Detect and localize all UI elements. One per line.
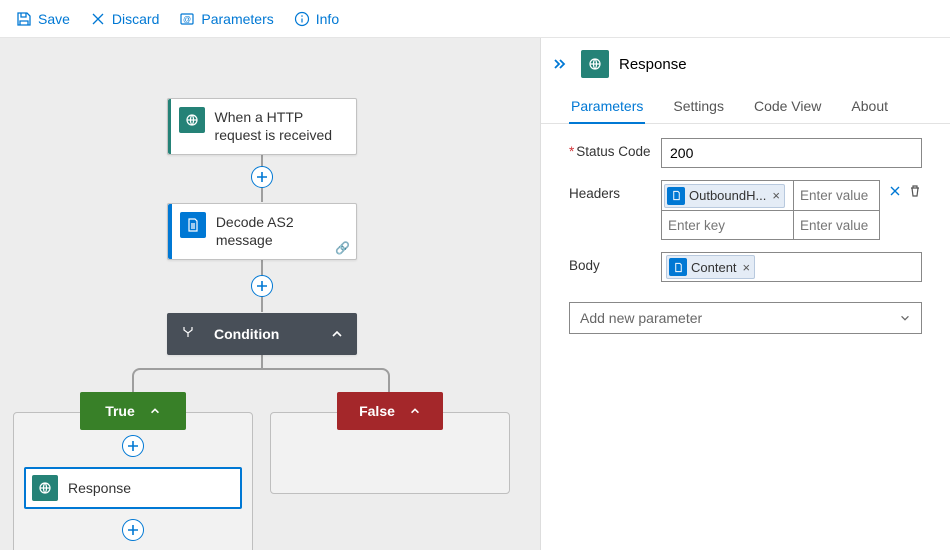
tab-about[interactable]: About bbox=[849, 88, 890, 123]
chevron-up-icon bbox=[149, 405, 161, 417]
info-button[interactable]: Info bbox=[286, 7, 347, 31]
body-label: Body bbox=[569, 252, 653, 273]
remove-token-icon[interactable]: × bbox=[743, 260, 751, 275]
add-step-button[interactable] bbox=[251, 166, 273, 188]
condition-node[interactable]: Condition bbox=[167, 313, 357, 355]
header-key-cell[interactable]: Enter key bbox=[661, 210, 793, 240]
header-value-cell[interactable]: Enter value bbox=[793, 210, 880, 240]
status-code-input[interactable] bbox=[661, 138, 922, 168]
remove-token-icon[interactable]: × bbox=[772, 188, 780, 203]
token-label: Content bbox=[691, 260, 737, 275]
save-icon bbox=[16, 11, 32, 27]
add-step-button[interactable] bbox=[122, 519, 144, 541]
parameters-icon: @ bbox=[179, 11, 195, 27]
discard-button[interactable]: Discard bbox=[82, 7, 167, 31]
true-branch: True Response bbox=[13, 412, 253, 550]
token-icon bbox=[669, 258, 687, 276]
delete-icon[interactable] bbox=[908, 184, 922, 198]
add-step-button[interactable] bbox=[122, 435, 144, 457]
add-parameter-label: Add new parameter bbox=[580, 310, 702, 326]
body-token[interactable]: Content × bbox=[666, 255, 755, 279]
body-input[interactable]: Content × bbox=[661, 252, 922, 282]
response-node[interactable]: Response bbox=[24, 467, 242, 509]
header-token[interactable]: OutboundH... × bbox=[664, 184, 785, 208]
document-icon bbox=[180, 212, 206, 238]
header-value-cell[interactable]: Enter value bbox=[793, 180, 880, 210]
http-icon bbox=[32, 475, 58, 501]
panel-title: Response bbox=[619, 56, 687, 73]
parameters-label: Parameters bbox=[201, 11, 273, 27]
swap-icon[interactable] bbox=[888, 184, 902, 198]
discard-label: Discard bbox=[112, 11, 159, 27]
response-label: Response bbox=[68, 480, 131, 496]
false-branch: False bbox=[270, 412, 510, 494]
info-icon bbox=[294, 11, 310, 27]
false-label: False bbox=[359, 403, 395, 419]
http-icon bbox=[581, 50, 609, 78]
false-header[interactable]: False bbox=[337, 392, 443, 430]
parameters-button[interactable]: @ Parameters bbox=[171, 7, 281, 31]
node-accent bbox=[168, 204, 172, 259]
save-label: Save bbox=[38, 11, 70, 27]
toolbar: Save Discard @ Parameters Info bbox=[0, 0, 950, 38]
header-actions bbox=[888, 180, 922, 198]
token-icon bbox=[667, 187, 685, 205]
details-panel: Response Parameters Settings Code View A… bbox=[540, 38, 950, 550]
token-label: OutboundH... bbox=[689, 188, 766, 203]
tab-code-view[interactable]: Code View bbox=[752, 88, 823, 123]
discard-icon bbox=[90, 11, 106, 27]
panel-tabs: Parameters Settings Code View About bbox=[541, 88, 950, 124]
add-parameter-dropdown[interactable]: Add new parameter bbox=[569, 302, 922, 334]
header-key-cell[interactable]: OutboundH... × bbox=[661, 180, 793, 210]
designer-canvas[interactable]: When a HTTP request is received Decode A… bbox=[0, 38, 540, 550]
headers-label: Headers bbox=[569, 180, 653, 201]
trigger-node[interactable]: When a HTTP request is received bbox=[167, 98, 357, 155]
status-code-label: Status Code bbox=[569, 138, 653, 159]
chevron-up-icon bbox=[330, 327, 344, 341]
chevron-up-icon bbox=[409, 405, 421, 417]
parameters-form: Status Code Headers OutboundH... × bbox=[541, 124, 950, 296]
panel-header: Response bbox=[541, 46, 950, 88]
trigger-label: When a HTTP request is received bbox=[215, 99, 356, 154]
condition-label: Condition bbox=[206, 314, 287, 356]
link-icon: 🔗 bbox=[335, 241, 350, 255]
info-label: Info bbox=[316, 11, 339, 27]
node-accent bbox=[168, 99, 171, 154]
connector bbox=[261, 355, 263, 369]
collapse-icon[interactable] bbox=[553, 57, 571, 71]
tab-parameters[interactable]: Parameters bbox=[569, 88, 645, 124]
chevron-down-icon bbox=[899, 312, 911, 324]
tab-settings[interactable]: Settings bbox=[671, 88, 726, 123]
save-button[interactable]: Save bbox=[8, 7, 78, 31]
true-header[interactable]: True bbox=[80, 392, 186, 430]
headers-grid: OutboundH... × Enter value Enter key Ent… bbox=[661, 180, 880, 240]
condition-icon bbox=[178, 322, 198, 342]
decode-node[interactable]: Decode AS2 message 🔗 bbox=[167, 203, 357, 260]
true-label: True bbox=[105, 403, 135, 419]
http-icon bbox=[179, 107, 205, 133]
svg-text:@: @ bbox=[183, 15, 191, 24]
add-step-button[interactable] bbox=[251, 275, 273, 297]
